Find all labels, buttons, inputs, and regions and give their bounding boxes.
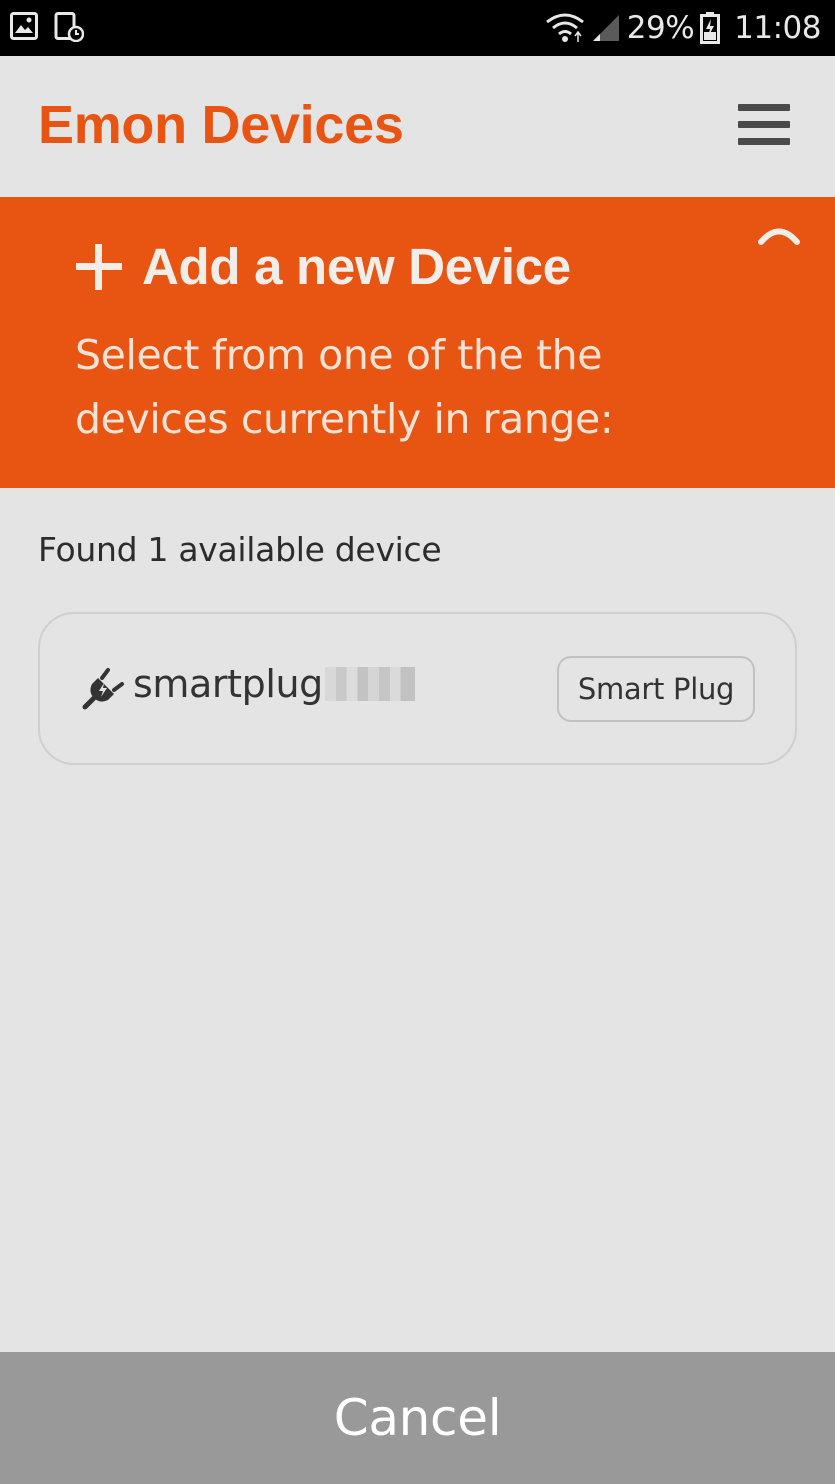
hamburger-menu-icon[interactable]	[738, 104, 792, 148]
banner-title: Add a new Device	[142, 238, 571, 295]
found-count-text: Found 1 available device	[38, 530, 442, 569]
plug-icon	[82, 668, 124, 710]
banner-subtitle: Select from one of the the devices curre…	[75, 331, 614, 443]
app-title: Emon Devices	[38, 95, 404, 155]
device-name-label: smartplug	[133, 662, 323, 706]
device-name: smartplug	[133, 662, 415, 706]
clock: 11:08	[734, 10, 821, 46]
device-type-badge: Smart Plug	[557, 656, 755, 722]
cancel-button[interactable]: Cancel	[0, 1352, 835, 1484]
chevron-up-icon[interactable]	[758, 223, 800, 245]
gallery-icon	[10, 12, 38, 40]
battery-percent: 29%	[626, 10, 695, 46]
signal-icon	[592, 15, 619, 41]
plus-icon	[76, 243, 122, 290]
status-bar: 29% 11:08	[0, 0, 835, 56]
redacted-device-id	[324, 667, 415, 701]
banner-heading: Add a new Device	[76, 237, 571, 296]
app-header: Emon Devices	[0, 56, 835, 197]
wifi-icon	[545, 13, 584, 42]
screenshot-icon	[54, 12, 84, 42]
add-device-banner: Add a new Device Select from one of the …	[0, 197, 835, 488]
device-list-item[interactable]: smartplug Smart Plug	[38, 612, 797, 765]
battery-icon	[700, 12, 721, 44]
